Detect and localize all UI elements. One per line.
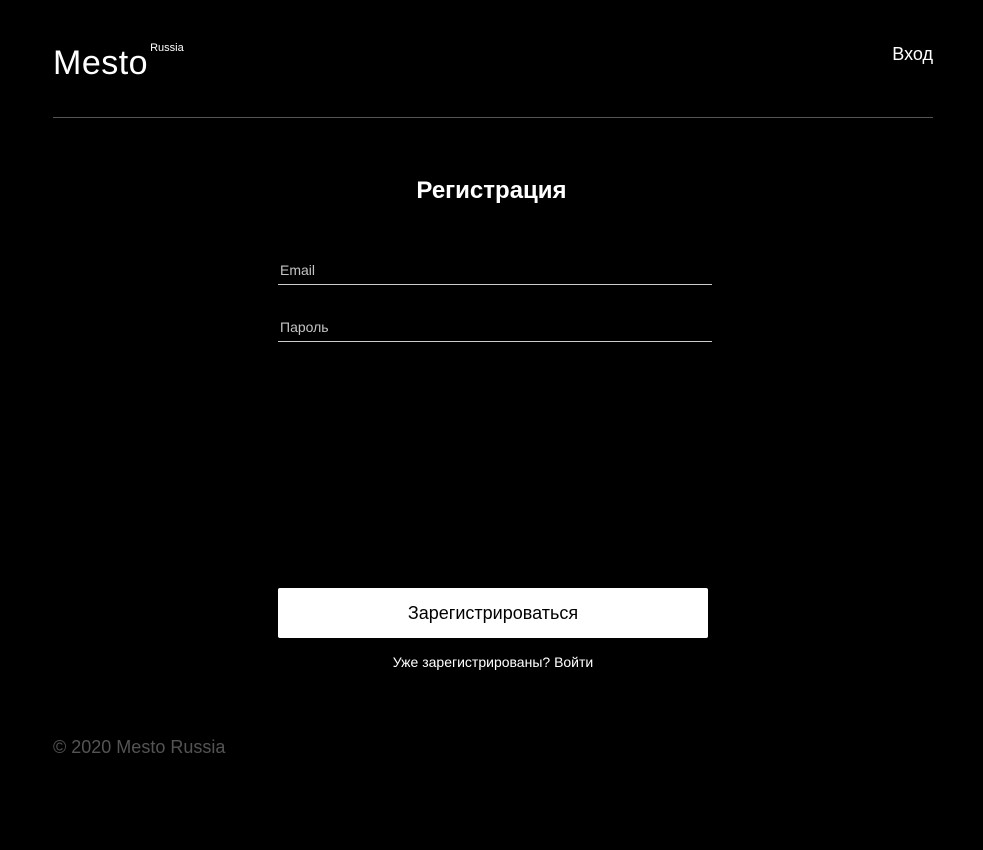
password-field[interactable] <box>278 312 712 342</box>
signin-link[interactable]: Войти <box>554 654 593 670</box>
signin-hint: Уже зарегистрированы? Войти <box>278 653 708 671</box>
already-registered-text: Уже зарегистрированы? <box>392 654 551 670</box>
logo-text: Mesto <box>53 44 149 82</box>
logo: Mesto Russia <box>53 42 184 82</box>
register-button[interactable]: Зарегистрироваться <box>278 588 708 638</box>
logo-superscript: Russia <box>150 42 184 54</box>
site-footer: © 2020 Mesto Russia <box>53 736 225 758</box>
header-login-link[interactable]: Вход <box>892 43 933 65</box>
footer-copyright: © 2020 Mesto Russia <box>53 737 226 757</box>
registration-page: Mesto Russia Вход Регистрация Зарегистри… <box>0 0 983 850</box>
email-field[interactable] <box>278 255 712 285</box>
site-header: Mesto Russia Вход <box>53 0 933 118</box>
page-title: Регистрация <box>416 177 567 204</box>
